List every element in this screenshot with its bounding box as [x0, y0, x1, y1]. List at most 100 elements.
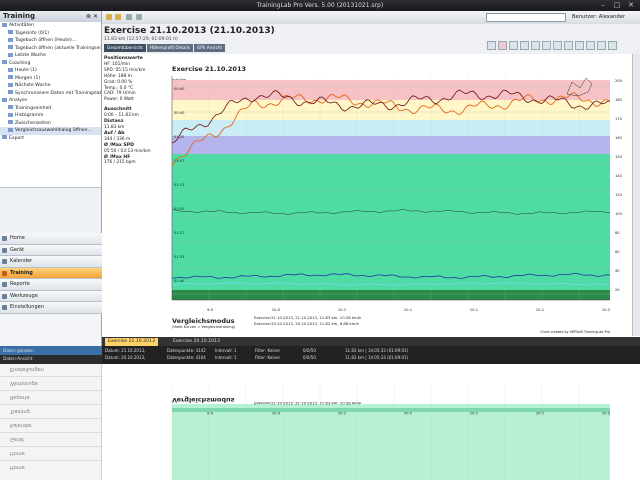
pace-tick-label: 01:13	[174, 183, 184, 187]
x-tick-label: 9.0	[207, 307, 214, 312]
status-field: Filter: Keiner	[255, 348, 281, 353]
window-title: TrainingLab Pro Vers. 5.00 (20131021.srp…	[256, 2, 384, 9]
tree-item-label: Letzte Woche	[15, 53, 46, 58]
nav-label: Home	[10, 235, 25, 241]
exercise-tab[interactable]: GPS Ansicht	[193, 44, 226, 52]
reflection-chart: Vergleichsmodus Exercise:21.10.2013, 21.1…	[171, 384, 611, 480]
cadence-icon[interactable]	[531, 41, 540, 50]
tree-item[interactable]: Histogramm	[0, 112, 101, 120]
maximize-button[interactable]: □	[610, 1, 624, 9]
open-folder-icon[interactable]	[115, 14, 121, 20]
hr-zone-band	[172, 290, 610, 300]
pace-tick-label: 01:27	[174, 231, 184, 235]
tree-item[interactable]: Letzte Woche	[0, 52, 101, 60]
compare-title: Vergleichsmodus	[172, 317, 235, 325]
close-button[interactable]: ✕	[624, 1, 638, 9]
hr-tick-label: 180	[615, 98, 623, 102]
exercise-header: Exercise 21.10.2013 (21.10.2013) 11.83 k…	[102, 24, 640, 54]
nav-label: Training	[10, 269, 33, 276]
tree-item-icon	[8, 90, 13, 94]
hr-zone-band	[172, 154, 610, 290]
sidebar-pin-icon[interactable]: ⊗ ✕	[86, 11, 98, 22]
power-icon[interactable]	[542, 41, 551, 50]
exercise-tab[interactable]: Gesamtübersicht	[104, 44, 146, 52]
tree-item[interactable]: Trainingseinheit	[0, 105, 101, 113]
tree-item[interactable]: Tagesinfo (0/1)	[0, 30, 101, 38]
tree-item[interactable]: Tagebuch öffnen (Heute)...	[0, 37, 101, 45]
compare-tabs: Exercise 21.10.2013 Exercise 20.10.2013	[102, 337, 640, 346]
x-tick-reflection: 10.1	[470, 411, 479, 416]
help-icon[interactable]	[608, 41, 617, 50]
x-tick-label: 10.0	[272, 307, 281, 312]
speed-icon[interactable]	[509, 41, 518, 50]
status-field: Filter: Keiner	[255, 355, 281, 360]
status-field: 11.83 km | 14:05:33 (01:09:01)	[345, 355, 409, 360]
tab-exercise-2[interactable]: Exercise 20.10.2013	[170, 338, 223, 346]
tab-exercise-1[interactable]: Exercise 21.10.2013	[105, 338, 158, 346]
user-label: Benutzer: Alexander	[572, 14, 625, 20]
forward-arrow-icon[interactable]	[136, 14, 142, 20]
exercise-tabs: Gesamtübersicht Höhenprofil Details GPS An…	[104, 44, 226, 53]
tree-item[interactable]: Zwischenzeiten	[0, 120, 101, 128]
compare-line-1: Exercise:21.10.2013, 21.10.2013, 11.83 k…	[254, 315, 362, 320]
tree-item-icon	[8, 75, 13, 79]
nav-label: Kalender	[10, 258, 33, 264]
nav-kalender[interactable]: Kalender	[0, 256, 102, 268]
tree-item[interactable]: Morgen (1)	[0, 75, 101, 83]
new-icon[interactable]	[106, 14, 112, 20]
tree-item-label: Tagebuch öffnen (Heute)...	[15, 38, 77, 43]
tree-item-icon	[2, 22, 7, 27]
tree-item[interactable]: Aktivitäten	[0, 22, 101, 30]
pace-tick-label: 01:20	[174, 207, 185, 211]
tree-item[interactable]: Coaching	[0, 60, 101, 68]
tree-item-label: Zwischenzeiten	[15, 120, 51, 126]
chart-pane: Positionswerte HF: 101/min SPD: 05:15 min…	[102, 54, 632, 369]
compare-subtitle: (Helle Kurven = Vergleichstraining)	[172, 325, 236, 329]
status-field: Datum: 21.10.2013,	[105, 348, 146, 353]
settings-icon[interactable]	[575, 41, 584, 50]
tree-item[interactable]: Heute (1)	[0, 67, 101, 75]
main-area: Benutzer: Alexander Exercise 21.10.2013 …	[0, 11, 640, 480]
export-icon[interactable]	[586, 41, 595, 50]
status-field: 0/0/50	[303, 355, 316, 360]
tree-item[interactable]: Export	[0, 135, 101, 143]
tree-item-icon	[2, 60, 7, 64]
exercise-chart[interactable]: Exercise 21.10.2013min/km00:0000:4001:20…	[102, 54, 632, 336]
tree-item[interactable]: Nächste Woche	[0, 82, 101, 90]
minimize-button[interactable]: –	[596, 1, 610, 9]
chart-credit: Chart created by SRPSoft TrainingLab Pro	[540, 330, 610, 334]
search-select[interactable]	[486, 13, 566, 22]
tree-item-icon	[8, 30, 13, 34]
nav-reporte[interactable]: Reporte	[0, 279, 102, 291]
nav-gerät[interactable]: Gerät	[0, 244, 102, 256]
status-loaded: Daten geladen	[0, 346, 102, 355]
nav-home[interactable]: Home	[0, 233, 102, 245]
tree-item-label: Synchronisiere Daten mit Trainingslab.co…	[15, 90, 101, 96]
hr-tick-label: 140	[615, 174, 623, 178]
nav-training[interactable]: Training	[0, 267, 102, 279]
view-ribbon	[487, 41, 619, 53]
tree-item[interactable]: Synchronisiere Daten mit Trainingslab.co…	[0, 90, 101, 98]
temp-icon[interactable]	[553, 41, 562, 50]
tree-item-icon	[8, 45, 13, 49]
lap-icon[interactable]	[564, 41, 573, 50]
altitude-icon[interactable]	[520, 41, 529, 50]
exercise-tab[interactable]: Höhenprofil Details	[146, 44, 193, 52]
tree-item[interactable]: Tagebuch öffnen (aktuelle Trainingseinhe…	[0, 45, 101, 53]
tree-item[interactable]: Analyse	[0, 97, 101, 105]
zoom-icon[interactable]	[487, 41, 496, 50]
tree-item-icon	[2, 135, 7, 139]
tree-item-icon	[8, 52, 13, 57]
vertical-scrollbar[interactable]	[632, 54, 640, 336]
status-left: Daten geladen Daten-Ansicht	[0, 346, 102, 364]
tree-item-icon	[8, 112, 13, 117]
tree-item[interactable]: Vergleichsauswahldialog öffnen...	[0, 127, 101, 135]
tree-item-label: Export	[9, 135, 25, 141]
heart-icon[interactable]	[498, 41, 507, 50]
status-field: 11.83 km | 14:05:33 (01:09:01)	[345, 348, 409, 353]
nav-werkzeuge[interactable]: Werkzeuge	[0, 290, 102, 302]
nav-einstellungen[interactable]: Einstellungen	[0, 302, 102, 314]
back-arrow-icon[interactable]	[126, 14, 132, 20]
print-icon[interactable]	[597, 41, 606, 50]
tree-item-label: Coaching	[9, 60, 31, 66]
